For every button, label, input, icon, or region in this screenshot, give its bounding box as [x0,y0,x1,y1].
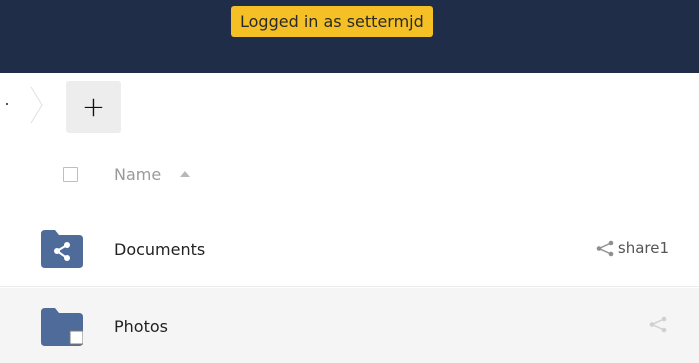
login-status-badge: Logged in as settermjd [231,6,433,37]
top-bar: Logged in as settermjd [0,0,699,73]
shared-folder-icon [41,230,83,268]
folder-icon [41,308,83,346]
share-action-documents[interactable]: share1 [596,239,669,257]
file-list-header: Name [0,142,699,213]
breadcrumb-home[interactable] [6,103,8,105]
breadcrumb-separator-icon [30,86,43,124]
file-row-documents[interactable]: Documents share1 [0,212,699,287]
file-row-photos[interactable]: Photos [0,288,699,363]
sort-ascending-icon[interactable] [180,171,190,177]
add-label: + [81,90,106,123]
share-label: share1 [617,239,669,257]
file-name-photos[interactable]: Photos [114,317,168,336]
name-column-header[interactable]: Name [114,165,161,184]
files-page: Logged in as settermjd + Name Documents [0,0,699,363]
select-all-checkbox[interactable] [63,167,78,182]
add-button[interactable]: + [66,81,121,133]
share-icon [596,240,614,256]
file-name-documents[interactable]: Documents [114,240,205,259]
share-icon[interactable] [649,316,667,333]
